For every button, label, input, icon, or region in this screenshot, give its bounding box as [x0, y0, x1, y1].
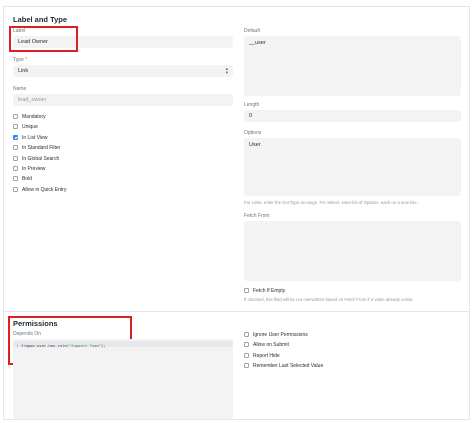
checkbox-in-preview[interactable]: In Preview	[13, 165, 45, 172]
checkbox-box[interactable]	[13, 166, 18, 171]
section-divider	[4, 311, 469, 312]
checkbox-mandatory[interactable]: Mandatory	[13, 113, 46, 120]
line-number: 1	[16, 343, 19, 348]
length-input[interactable]: 0	[244, 110, 461, 122]
checkbox-box[interactable]	[13, 145, 18, 150]
options-field-label: Options	[244, 130, 262, 136]
fetch-from-textarea[interactable]	[244, 221, 461, 281]
checkbox-box-checked[interactable]	[13, 135, 18, 140]
checkbox-unique[interactable]: Unique	[13, 123, 38, 130]
default-field-label: Default	[244, 28, 260, 34]
checkbox-bold[interactable]: Bold	[13, 175, 32, 182]
code-line: frappe.user.has_role("Support Team");	[21, 343, 106, 348]
name-field-label: Name	[13, 86, 27, 92]
checkbox-fetch-if-empty[interactable]: Fetch If Empty	[244, 287, 285, 294]
checkbox-allow-on-submit[interactable]: Allow on Submit	[244, 341, 289, 348]
type-field-label: Type *	[13, 57, 28, 63]
select-arrows-icon: ▴ ▾	[225, 66, 228, 75]
checkbox-report-hide[interactable]: Report Hide	[244, 352, 280, 359]
default-textarea[interactable]: __user	[244, 36, 461, 96]
checkbox-box[interactable]	[244, 288, 249, 293]
name-input-placeholder: lead_owner	[18, 97, 47, 103]
checkbox-box[interactable]	[244, 342, 249, 347]
options-textarea-value: User	[249, 142, 261, 148]
name-input[interactable]: lead_owner	[13, 94, 233, 106]
checkbox-in-global-search[interactable]: In Global Search	[13, 155, 59, 162]
fetch-from-field-label: Fetch From	[244, 213, 270, 219]
length-input-value: 0	[249, 113, 253, 119]
highlight-box-label	[9, 26, 78, 52]
checkbox-remember-last-selected-value[interactable]: Remember Last Selected Value	[244, 362, 323, 369]
checkbox-box[interactable]	[13, 176, 18, 181]
type-select[interactable]: Link ▴ ▾	[13, 65, 233, 77]
checkbox-box[interactable]	[244, 363, 249, 368]
type-select-value: Link	[18, 68, 29, 74]
checkbox-ignore-user-permissions[interactable]: Ignore User Permissions	[244, 331, 308, 338]
length-field-label: Length	[244, 102, 260, 108]
options-textarea[interactable]: User	[244, 138, 461, 196]
depends-on-code-editor[interactable]: 1 frappe.user.has_role("Support Team");	[13, 339, 233, 419]
checkbox-box[interactable]	[13, 124, 18, 129]
checkbox-in-list-view[interactable]: In List View	[13, 134, 47, 141]
checkbox-box[interactable]	[13, 187, 18, 192]
checkbox-allow-in-quick-entry[interactable]: Allow in Quick Entry	[13, 186, 66, 193]
checkbox-box[interactable]	[13, 114, 18, 119]
section-title-label-and-type: Label and Type	[13, 15, 68, 24]
checkbox-box[interactable]	[244, 332, 249, 337]
checkbox-in-standard-filter[interactable]: In Standard Filter	[13, 144, 60, 151]
fetch-if-empty-help-text: If checked, this field will be not overw…	[244, 297, 414, 302]
default-textarea-value: __user	[249, 40, 266, 46]
options-help-text: For Links, enter the DocType as range. F…	[244, 200, 418, 205]
checkbox-box[interactable]	[244, 353, 249, 358]
checkbox-box[interactable]	[13, 156, 18, 161]
